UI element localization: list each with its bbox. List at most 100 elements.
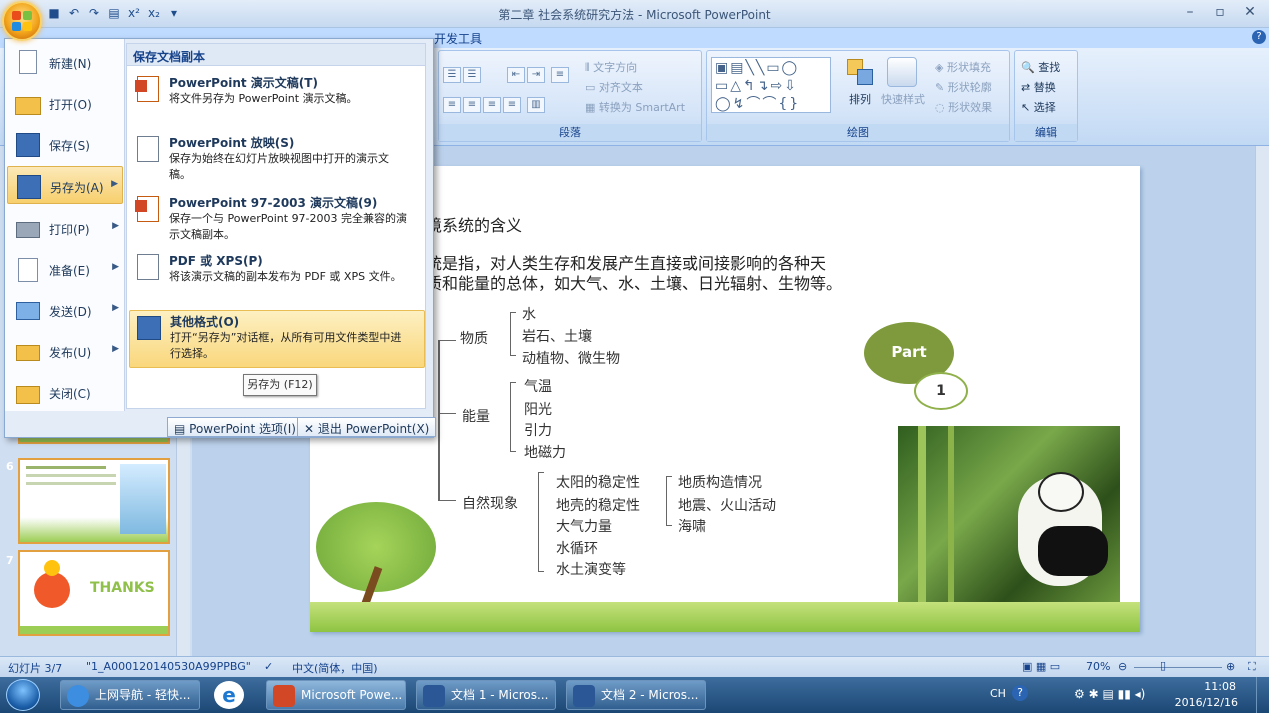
align-left-icon[interactable]: ≡ (443, 97, 461, 113)
shape-effects-button[interactable]: ◌ 形状效果 (935, 99, 992, 115)
menu-item-save-as[interactable]: 另存为(A) ▶ (7, 166, 123, 204)
slide-number-6: 6 (6, 460, 14, 473)
quick-styles-button[interactable]: 快速样式 (881, 91, 925, 107)
zoom-slider[interactable] (1134, 667, 1222, 668)
slide-vertical-scrollbar[interactable] (1255, 146, 1269, 656)
align-right-icon[interactable]: ≡ (483, 97, 501, 113)
align-text-button[interactable]: ▭ 对齐文本 (585, 79, 643, 95)
exit-powerpoint-button[interactable]: ✕ 退出 PowerPoint(X) (297, 417, 437, 437)
save-icon[interactable]: ■ (46, 5, 62, 21)
zoom-out-icon[interactable]: ⊖ (1118, 660, 1127, 673)
save-icon (13, 130, 41, 158)
editing-group-label: 编辑 (1015, 124, 1077, 141)
shapes-gallery[interactable]: ▣▤╲╲▭◯ ▭△↰↴⇨⇩ ◯↯⌒⌒{} (711, 57, 831, 113)
close-button[interactable]: ✕ (1236, 4, 1264, 20)
bullets-icon[interactable]: ☰ (443, 67, 461, 83)
find-button[interactable]: 🔍 查找 (1021, 59, 1060, 75)
submenu-item-other-formats[interactable]: 其他格式(O) 打开“另存为”对话框，从所有可用文件类型中进行选择。 (129, 310, 425, 368)
slide-thumbnail-6[interactable] (18, 458, 170, 544)
paragraph-group: ☰ ☰ ⇤ ⇥ ≡ ≡ ≡ ≡ ≡ ▥ ⫴ 文字方向 ▭ 对齐文本 ▦ 转换为 … (438, 50, 702, 142)
zoom-level[interactable]: 70% (1086, 660, 1110, 673)
prepare-icon (13, 255, 41, 283)
menu-item-prepare[interactable]: 准备(E) ▶ (7, 250, 123, 288)
submenu-arrow-icon: ▶ (112, 344, 119, 354)
word-icon (573, 685, 595, 707)
menu-item-save[interactable]: 保存(S) (7, 125, 123, 163)
zoom-in-icon[interactable]: ⊕ (1226, 660, 1235, 673)
menu-item-send[interactable]: 发送(D) ▶ (7, 291, 123, 329)
print-preview-icon[interactable]: ▤ (106, 5, 122, 21)
view-buttons[interactable]: ▣ ▦ ▭ (1022, 660, 1060, 673)
menu-item-publish[interactable]: 发布(U) ▶ (7, 332, 123, 370)
taskbar-item-browser[interactable]: 上网导航 - 轻快... (60, 680, 200, 710)
submenu-item-show[interactable]: PowerPoint 放映(S) 保存为始终在幻灯片放映视图中打开的演示文稿。 (129, 132, 425, 188)
browser-icon (67, 685, 89, 707)
spellcheck-icon[interactable]: ✓ (264, 660, 273, 673)
subscript-icon[interactable]: x₂ (146, 5, 162, 21)
menu-item-close[interactable]: 关闭(C) (7, 373, 123, 411)
tree-item: 海啸 (678, 519, 706, 535)
shape-outline-button[interactable]: ✎ 形状轮廓 (935, 79, 992, 95)
start-button[interactable] (6, 679, 40, 711)
redo-icon[interactable]: ↷ (86, 5, 102, 21)
text-direction-button[interactable]: ⫴ 文字方向 (585, 59, 637, 75)
word-icon (423, 685, 445, 707)
select-button[interactable]: ↖ 选择 (1021, 99, 1056, 115)
tree-item: 引力 (524, 423, 552, 439)
submenu-arrow-icon: ▶ (112, 262, 119, 272)
tree-branch (438, 413, 456, 414)
quick-styles-icon[interactable] (887, 57, 917, 87)
taskbar-item-doc1[interactable]: 文档 1 - Micros... (416, 680, 556, 710)
submenu-item-pptx[interactable]: PowerPoint 演示文稿(T) 将文件另存为 PowerPoint 演示文… (129, 72, 425, 126)
superscript-icon[interactable]: x² (126, 5, 142, 21)
tree-natural-label: 自然现象 (462, 496, 518, 512)
part-number-bubble: 1 (914, 372, 968, 410)
language-indicator[interactable]: 中文(简体，中国) (292, 660, 378, 676)
submenu-arrow-icon: ▶ (111, 179, 118, 189)
slide-thumbnail-7[interactable]: THANKS (18, 550, 170, 636)
tab-developer[interactable]: 开发工具 (434, 30, 482, 47)
folder-open-icon (13, 89, 41, 117)
tree-item: 岩石、土壤 (522, 329, 592, 345)
powerpoint-options-button[interactable]: ▤ PowerPoint 选项(I) (167, 417, 303, 437)
thanks-text: THANKS (90, 580, 155, 596)
decrease-indent-icon[interactable]: ⇤ (507, 67, 525, 83)
undo-icon[interactable]: ↶ (66, 5, 82, 21)
show-desktop-button[interactable] (1256, 677, 1269, 713)
menu-item-open[interactable]: 打开(O) (7, 84, 123, 122)
columns-icon[interactable]: ▥ (527, 97, 545, 113)
fit-slide-icon[interactable]: ⛶ (1248, 660, 1256, 674)
printer-icon (13, 214, 41, 242)
justify-icon[interactable]: ≡ (503, 97, 521, 113)
shape-fill-button[interactable]: ◈ 形状填充 (935, 59, 991, 75)
taskbar-item-doc2[interactable]: 文档 2 - Micros... (566, 680, 706, 710)
slide-canvas[interactable]: 境系统的含义 统是指，对人类生存和发展产生直接或间接影响的各种天 质和能量的总体… (310, 166, 1140, 632)
submenu-item-pdf[interactable]: PDF 或 XPS(P) 将该演示文稿的副本发布为 PDF 或 XPS 文件。 (129, 250, 425, 306)
line-spacing-icon[interactable]: ≡ (551, 67, 569, 83)
tree-branch (438, 340, 456, 341)
ie-icon[interactable]: e (214, 681, 244, 709)
arrange-button[interactable]: 排列 (849, 91, 871, 107)
increase-indent-icon[interactable]: ⇥ (527, 67, 545, 83)
submenu-item-ppt97[interactable]: PowerPoint 97-2003 演示文稿(9) 保存一个与 PowerPo… (129, 192, 425, 246)
align-center-icon[interactable]: ≡ (463, 97, 481, 113)
office-button[interactable] (2, 1, 42, 41)
clock-time[interactable]: 11:08 (1200, 680, 1236, 693)
minimize-button[interactable]: – (1176, 4, 1204, 20)
maximize-button[interactable]: ▫ (1206, 4, 1234, 20)
zoom-slider-thumb[interactable]: ▯ (1160, 659, 1166, 672)
tray-icons[interactable]: ⚙ ✱ ▤ ▮▮ ◂) (1074, 687, 1145, 701)
smartart-button[interactable]: ▦ 转换为 SmartArt (585, 99, 685, 115)
help-icon[interactable]: ? (1252, 30, 1266, 44)
numbering-icon[interactable]: ☰ (463, 67, 481, 83)
drawing-group-label: 绘图 (707, 124, 1009, 141)
menu-item-print[interactable]: 打印(P) ▶ (7, 209, 123, 247)
ime-indicator[interactable]: CH (990, 687, 1006, 700)
help-tray-icon[interactable]: ? (1012, 685, 1028, 701)
tree-item: 地震、火山活动 (678, 498, 776, 514)
customize-qat-icon[interactable]: ▾ (166, 5, 182, 21)
replace-button[interactable]: ⇄ 替换 (1021, 79, 1056, 95)
clock-date[interactable]: 2016/12/16 (1174, 696, 1238, 709)
menu-item-new[interactable]: 新建(N) (7, 43, 123, 81)
taskbar-item-powerpoint[interactable]: Microsoft Powe... (266, 680, 406, 710)
